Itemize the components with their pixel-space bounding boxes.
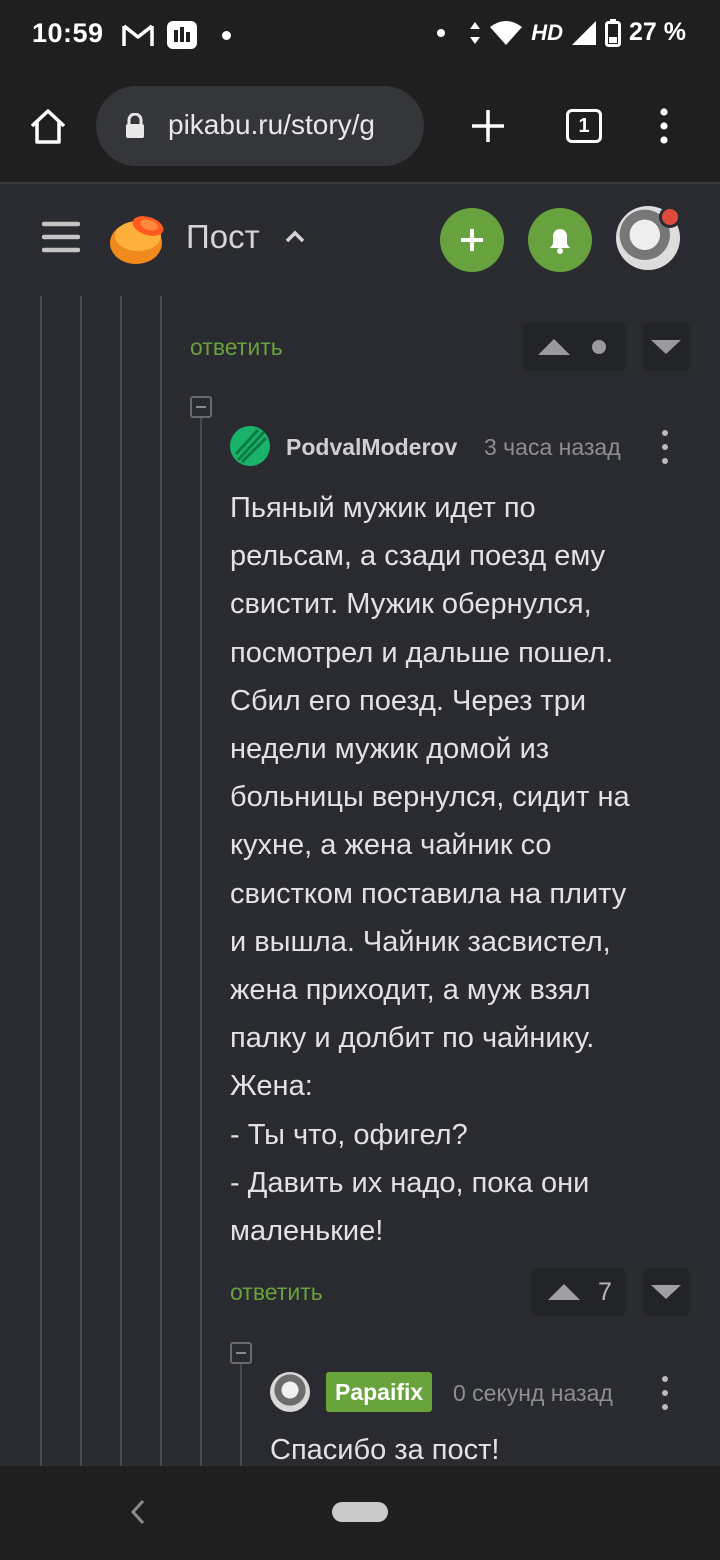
address-bar[interactable]: pikabu.ru/story/g [96, 86, 424, 166]
tabs-icon[interactable]: 1 [560, 102, 608, 150]
new-tab-icon[interactable] [464, 102, 512, 150]
network-label: HD [531, 19, 564, 45]
battery-level: 27 % [629, 18, 686, 46]
downvote-button[interactable] [642, 1268, 690, 1316]
notification-badge [659, 206, 681, 228]
add-icon [461, 229, 483, 251]
comment-time[interactable]: 0 секунд назад [453, 1380, 613, 1407]
app-icon [166, 20, 198, 55]
upvote-icon[interactable] [536, 337, 572, 357]
bell-icon [550, 229, 570, 254]
downvote-icon [651, 340, 681, 354]
comment-author[interactable]: Papaifix [326, 1372, 433, 1412]
avatar[interactable] [230, 426, 270, 466]
collapse-button[interactable] [190, 396, 212, 418]
thread-line [240, 1362, 242, 1466]
home-pill[interactable] [332, 1502, 388, 1522]
upvote-icon[interactable] [546, 1282, 582, 1302]
comment-time[interactable]: 3 часа назад [484, 434, 621, 461]
comment-menu-icon[interactable] [661, 430, 669, 464]
home-icon[interactable] [24, 102, 72, 150]
downvote-button[interactable] [642, 323, 690, 371]
status-bar: 10:59 HD 27 % [0, 0, 720, 72]
battery-icon [605, 18, 622, 47]
reply-link[interactable]: ответить [190, 334, 283, 361]
thread-line [160, 296, 162, 1466]
comment-text: Спасибо за пост! [270, 1434, 500, 1466]
vote-box: 7 [530, 1268, 626, 1316]
status-time: 10:59 [32, 18, 104, 48]
comment-menu-icon[interactable] [661, 1376, 669, 1410]
site-header: Пост [0, 184, 720, 296]
wifi-icon [490, 20, 523, 45]
url-text: pikabu.ru/story/g [168, 109, 375, 140]
pikabu-logo[interactable] [108, 210, 168, 271]
dot-icon [437, 28, 446, 37]
avatar[interactable] [270, 1372, 310, 1412]
menu-icon[interactable] [640, 102, 688, 150]
comment-author[interactable]: PodvalModerov [286, 434, 457, 461]
rating-dot [592, 340, 606, 354]
lock-icon [124, 112, 146, 144]
thread-line [40, 296, 42, 1466]
page-title[interactable]: Пост [186, 218, 260, 256]
tabs-count: 1 [566, 109, 602, 143]
thread-line [120, 296, 122, 1466]
chevron-up-icon[interactable] [284, 228, 306, 249]
reply-link[interactable]: ответить [230, 1279, 323, 1306]
dot-icon [222, 31, 231, 40]
signal-icon [572, 20, 597, 45]
browser-toolbar: pikabu.ru/story/g 1 [0, 72, 720, 184]
comment-rating: 7 [598, 1277, 612, 1306]
hamburger-icon[interactable] [41, 220, 81, 259]
back-icon[interactable] [128, 1496, 148, 1533]
notifications-button[interactable] [528, 208, 592, 272]
gmail-icon [122, 22, 154, 53]
comment-text: Пьяный мужик идет по рельсам, а сзади по… [230, 492, 630, 1248]
downvote-icon [651, 1285, 681, 1299]
status-right: HD 27 % [437, 18, 686, 47]
vote-box [522, 323, 626, 371]
thread-line [200, 418, 202, 1466]
system-nav-bar [0, 1466, 720, 1560]
comments-thread: ответить PodvalModerov 3 часа назад Пьян… [0, 296, 720, 1466]
data-arrows-icon [470, 21, 481, 44]
thread-line [80, 296, 82, 1466]
add-post-button[interactable] [440, 208, 504, 272]
collapse-button[interactable] [230, 1342, 252, 1364]
